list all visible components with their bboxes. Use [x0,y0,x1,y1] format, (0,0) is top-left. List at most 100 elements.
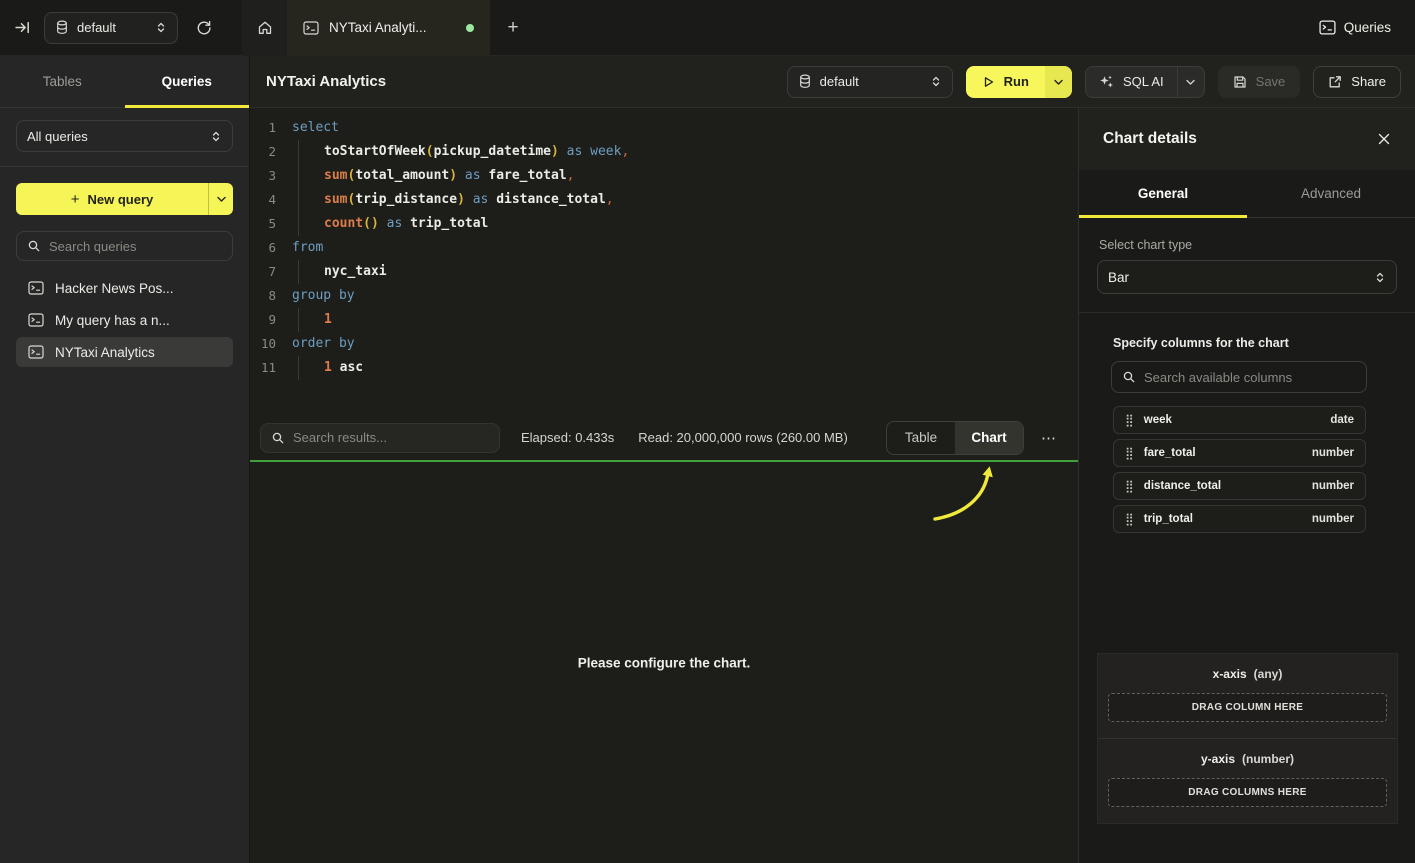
tab-advanced[interactable]: Advanced [1247,170,1415,217]
table-chart-toggle: TableChart [886,421,1024,455]
search-icon [27,239,41,253]
query-title: NYTaxi Analytics [266,73,386,90]
chevron-updown-icon [155,21,167,34]
search-queries-input[interactable] [49,239,222,254]
column-name: fare_total [1144,447,1196,459]
column-name: trip_total [1144,513,1193,525]
run-options-button[interactable] [1045,66,1072,98]
top-bar: default NYTaxi Analyti... [0,0,1415,56]
query-terminal-icon [28,281,44,295]
run-database-selector[interactable]: default [787,66,953,98]
sidebar-tab-tables[interactable]: Tables [0,56,125,107]
topbar-database-selector[interactable]: default [44,12,178,44]
code-line: 111 asc [250,356,1078,380]
sidebar-tabs: Tables Queries [0,56,249,108]
line-number: 9 [250,308,276,332]
column-name: week [1144,414,1172,426]
line-number: 2 [250,140,276,164]
column-chip-trip_total[interactable]: ⣿trip_totalnumber [1113,505,1366,533]
query-list-item[interactable]: My query has a n... [16,305,233,335]
view-toggle-table[interactable]: Table [887,422,955,454]
query-list: Hacker News Pos...My query has a n...NYT… [16,273,233,367]
new-query-label: New query [88,192,154,207]
more-options-icon[interactable]: ⋯ [1032,421,1066,455]
new-tab-button[interactable]: + [490,0,536,56]
search-columns-input[interactable] [1144,370,1356,385]
share-label: Share [1351,74,1386,89]
column-type: number [1312,447,1354,459]
chart-type-label: Select chart type [1099,238,1395,252]
x-axis-drop-zone[interactable]: DRAG COLUMN HERE [1108,693,1387,722]
columns-section-label: Specify columns for the chart [1113,336,1381,350]
sql-ai-options-button[interactable] [1177,67,1204,97]
run-button[interactable]: Run [966,66,1072,98]
tab-nytaxi-analytics[interactable]: NYTaxi Analyti... [287,0,490,56]
save-button[interactable]: Save [1218,66,1301,98]
topbar-database-value: default [77,20,147,35]
x-axis-label: x-axis [1213,667,1247,681]
sparkles-icon [1099,74,1114,89]
view-toggle-chart[interactable]: Chart [955,422,1023,454]
code-line: 8group by [250,284,1078,308]
chart-details-title: Chart details [1103,130,1197,148]
share-button[interactable]: Share [1313,66,1401,98]
column-chip-distance_total[interactable]: ⣿ distance_total number [1113,472,1366,500]
new-query-button[interactable]: + New query [16,183,233,215]
drag-handle-icon: ⣿ [1125,513,1134,525]
line-number: 3 [250,164,276,188]
column-chip-week[interactable]: ⣿weekdate [1113,406,1366,434]
query-filter-select[interactable]: All queries [16,120,233,152]
search-columns-field[interactable] [1111,361,1367,393]
y-axis-type-hint: (number) [1242,752,1294,766]
chart-type-select[interactable]: Bar [1097,260,1397,294]
column-name: distance_total [1144,480,1221,492]
query-filter-value: All queries [27,129,202,144]
code-line: 1select [250,116,1078,140]
drag-handle-icon: ⣿ [1125,480,1134,492]
sql-ai-button[interactable]: SQL AI [1085,66,1205,98]
new-query-dropdown-button[interactable] [208,183,233,215]
refresh-icon[interactable] [184,0,224,56]
line-number: 6 [250,236,276,260]
sql-editor[interactable]: 1select2toStartOfWeek(pickup_datetime) a… [250,108,1078,415]
queries-shortcut-button[interactable]: Queries [1319,20,1391,35]
run-label: Run [1004,74,1029,89]
tab-label: NYTaxi Analyti... [329,20,427,35]
indent-guide [292,308,324,332]
queries-terminal-icon [1319,20,1336,35]
x-axis-type-hint: (any) [1254,667,1283,681]
close-icon[interactable] [1377,132,1391,146]
y-axis-section: y-axis(number) DRAG COLUMNS HERE [1098,738,1397,823]
query-header: NYTaxi Analytics default [250,56,1415,108]
query-list-item[interactable]: NYTaxi Analytics [16,337,233,367]
sql-ai-label: SQL AI [1123,74,1164,89]
chart-type-value: Bar [1108,270,1366,285]
query-list-item[interactable]: Hacker News Pos... [16,273,233,303]
tab-strip: NYTaxi Analyti... + [242,0,536,56]
code-line: 3sum(total_amount) as fare_total, [250,164,1078,188]
chevron-updown-icon [930,75,942,88]
sidebar-tab-queries[interactable]: Queries [125,56,250,107]
column-type: number [1312,480,1354,492]
search-queries-field[interactable] [16,231,233,261]
line-number: 4 [250,188,276,212]
search-icon [271,431,285,445]
tab-general[interactable]: General [1079,170,1247,217]
column-chip-fare_total[interactable]: ⣿fare_totalnumber [1113,439,1366,467]
configure-chart-message: Please configure the chart. [250,655,1078,670]
play-icon [982,75,995,89]
save-icon [1233,75,1247,89]
home-icon[interactable] [242,0,287,56]
sidebar-collapse-icon[interactable] [0,0,44,56]
line-number: 1 [250,116,276,140]
axis-configuration-card: x-axis (any) DRAG COLUMN HERE y-axis(numb… [1097,653,1398,824]
search-results-input[interactable] [293,430,489,445]
indent-guide [292,212,324,236]
code-line: 5count() as trip_total [250,212,1078,236]
available-columns-list: ⣿weekdate⣿fare_totalnumber⣿distance_tota… [1113,406,1366,533]
results-toolbar: Elapsed: 0.433s Read: 20,000,000 rows (2… [250,415,1078,460]
plus-icon: + [71,191,80,208]
search-results-field[interactable] [260,423,500,453]
database-icon [798,74,812,89]
y-axis-drop-zone[interactable]: DRAG COLUMNS HERE [1108,778,1387,807]
